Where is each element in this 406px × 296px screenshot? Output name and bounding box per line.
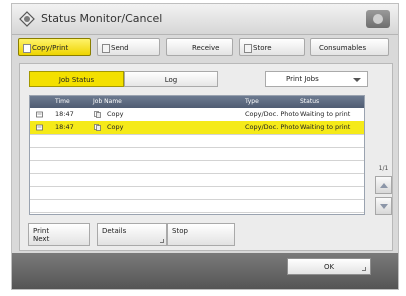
table-row[interactable]: 18:47 Copy Copy/Doc. Photo Waiting to pr…	[30, 108, 364, 122]
copy-icon	[94, 124, 101, 131]
status-monitor-icon	[19, 11, 35, 27]
arrow-up-icon	[380, 183, 388, 188]
job-status: Waiting to print	[300, 123, 351, 131]
empty-row	[30, 160, 364, 174]
copy-print-icon	[23, 44, 31, 53]
job-time: 18:47	[55, 123, 74, 131]
column-job-name: Job Name	[93, 98, 122, 105]
scroll-down-button[interactable]	[375, 197, 392, 215]
tab-store[interactable]: Store	[239, 38, 305, 56]
corner-arrow-icon	[160, 239, 164, 243]
chevron-down-icon	[353, 78, 361, 82]
job-panel: Job Status Log Print Jobs Time Job Name …	[19, 63, 393, 251]
tab-label: Send	[111, 44, 129, 52]
status-monitor-screen: Status Monitor/Cancel Copy/Print Send Re…	[11, 3, 399, 290]
subtab-log[interactable]: Log	[124, 71, 218, 87]
tab-copy-print[interactable]: Copy/Print	[18, 38, 91, 56]
job-time: 18:47	[55, 110, 74, 118]
job-status: Waiting to print	[300, 110, 351, 118]
job-type-select-value: Print Jobs	[286, 75, 319, 83]
tab-send[interactable]: Send	[97, 38, 160, 56]
column-type: Type	[245, 98, 259, 105]
tab-label: Receive	[192, 44, 220, 52]
details-label: Details	[102, 227, 127, 235]
print-job-icon	[36, 111, 43, 118]
tab-consumables[interactable]: Consumables	[310, 38, 389, 56]
send-icon	[102, 44, 110, 53]
job-name: Copy	[107, 123, 124, 131]
store-icon	[244, 44, 252, 53]
arrow-down-icon	[380, 204, 388, 209]
tab-receive[interactable]: Receive	[166, 38, 233, 56]
category-tabs: Copy/Print Send Receive Store Consumable…	[12, 38, 398, 60]
details-button[interactable]: Details	[97, 223, 167, 246]
footer-bar: OK	[12, 253, 398, 289]
tab-label: Copy/Print	[32, 44, 69, 52]
job-type: Copy/Doc. Photo	[245, 123, 299, 131]
copy-icon	[94, 111, 101, 118]
ok-button[interactable]: OK	[287, 258, 371, 275]
page-title: Status Monitor/Cancel	[41, 12, 163, 25]
empty-row	[30, 173, 364, 187]
table-row-selected[interactable]: 18:47 Copy Copy/Doc. Photo Waiting to pr…	[30, 121, 364, 135]
tab-label: Store	[253, 44, 272, 52]
empty-row	[30, 147, 364, 161]
home-icon	[373, 14, 383, 24]
corner-arrow-icon	[362, 267, 366, 271]
job-table: Time Job Name Type Status 18:47 Copy Cop…	[29, 95, 365, 215]
job-type: Copy/Doc. Photo	[245, 110, 299, 118]
column-time: Time	[55, 98, 70, 105]
empty-row	[30, 134, 364, 148]
empty-row	[30, 199, 364, 213]
stop-button[interactable]: Stop	[167, 223, 235, 246]
scroll-up-button[interactable]	[375, 176, 392, 194]
tab-label: Consumables	[319, 44, 367, 52]
subtab-job-status[interactable]: Job Status	[29, 71, 124, 87]
title-bar: Status Monitor/Cancel	[12, 4, 398, 35]
print-job-icon	[36, 124, 43, 131]
column-status: Status	[300, 98, 320, 105]
ok-label: OK	[323, 263, 335, 271]
job-type-select[interactable]: Print Jobs	[265, 71, 368, 87]
empty-row	[30, 186, 364, 200]
table-header: Time Job Name Type Status	[30, 96, 364, 108]
print-next-button[interactable]: Print Next	[28, 223, 90, 246]
page-indicator: 1/1	[378, 165, 389, 172]
job-name: Copy	[107, 110, 124, 118]
home-button[interactable]	[366, 10, 390, 28]
